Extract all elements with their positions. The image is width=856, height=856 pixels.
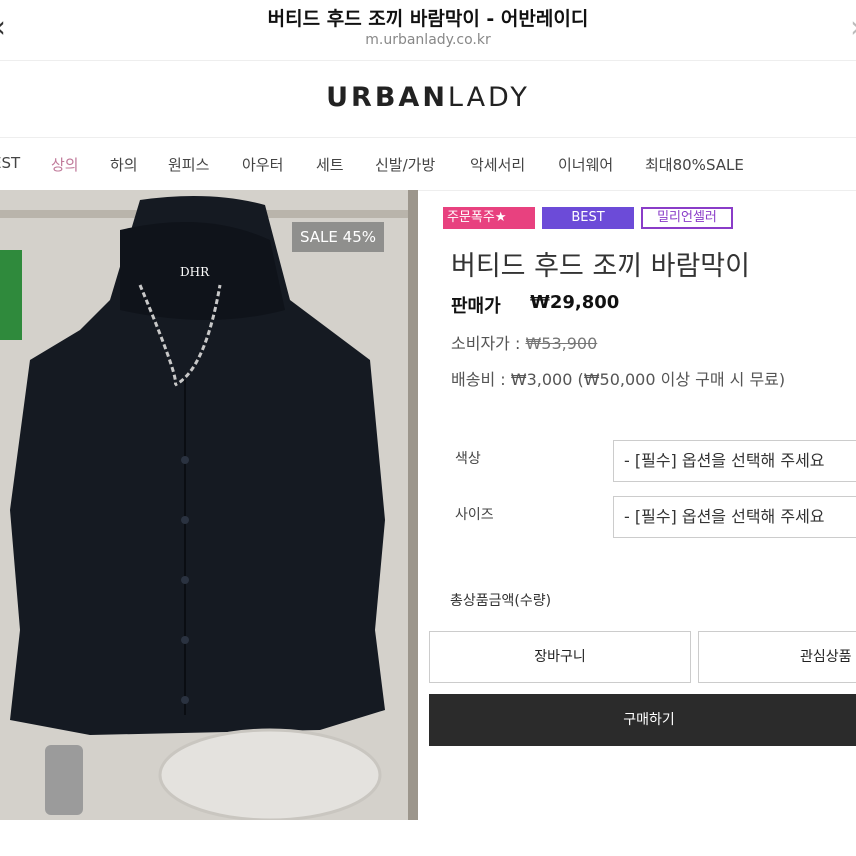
shipping-label: 배송비 — [451, 370, 496, 389]
size-select[interactable]: - [필수] 옵션을 선택해 주세요 — [613, 496, 856, 538]
page-title: 버티드 후드 조끼 바람막이 - 어반레이디 — [267, 8, 589, 30]
wishlist-button[interactable]: 관심상품 — [698, 631, 856, 683]
price-value: ₩29,800 — [530, 292, 620, 313]
nav-item-outer[interactable]: 아우터 — [242, 154, 283, 175]
color-select[interactable]: - [필수] 옵션을 선택해 주세요 — [613, 440, 856, 482]
badge-million-seller: 밀리언셀러 — [641, 207, 733, 229]
badge-best: BEST — [542, 207, 634, 229]
shipping-row: 배송비 : ₩3,000 (₩50,000 이상 구매 시 무료) — [451, 366, 785, 390]
shipping-value: ₩3,000 (₩50,000 이상 구매 시 무료) — [510, 370, 786, 389]
nav-item-bottoms[interactable]: 하의 — [110, 154, 138, 175]
browser-bar: ‹ 버티드 후드 조끼 바람막이 - 어반레이디 m.urbanlady.co.… — [0, 0, 856, 61]
consumer-price-value: ₩53,900 — [525, 334, 598, 353]
total-amount-label: 총상품금액(수량) — [450, 593, 552, 609]
chevron-right-icon[interactable]: › — [850, 10, 856, 45]
nav-item-best[interactable]: EST — [0, 154, 20, 172]
cart-button[interactable]: 장바구니 — [429, 631, 691, 683]
nav-item-innerwear[interactable]: 이너웨어 — [558, 154, 613, 175]
category-nav: EST 상의 하의 원피스 아우터 세트 신발/가방 악세서리 이너웨어 최대8… — [0, 137, 856, 191]
consumer-price-label: 소비자가 — [451, 334, 510, 353]
colon-sep: : — [500, 370, 511, 389]
consumer-price-row: 소비자가 : ₩53,900 — [451, 330, 597, 354]
colon-sep: : — [514, 334, 526, 353]
logo-lady: LADY — [447, 82, 530, 113]
buy-button[interactable]: 구매하기 — [429, 694, 856, 746]
nav-item-sets[interactable]: 세트 — [316, 154, 344, 175]
product-name: 버티드 후드 조끼 바람막이 — [451, 251, 750, 282]
logo-urban: URBAN — [326, 82, 448, 113]
nav-item-dresses[interactable]: 원피스 — [168, 154, 209, 175]
color-option-label: 색상 — [455, 451, 481, 467]
badge-hot-order: 주문폭주★ — [443, 207, 535, 229]
url-text[interactable]: m.urbanlady.co.kr — [0, 32, 856, 48]
site-logo[interactable]: URBANLADY — [0, 82, 856, 113]
nav-item-shoes-bags[interactable]: 신발/가방 — [375, 154, 435, 175]
product-image[interactable]: DHR — [0, 190, 418, 820]
nav-item-accessories[interactable]: 악세서리 — [470, 154, 525, 175]
size-option-label: 사이즈 — [455, 507, 494, 523]
price-label: 판매가 — [451, 296, 501, 317]
nav-item-sale[interactable]: 최대80%SALE — [645, 154, 744, 175]
nav-item-tops[interactable]: 상의 — [51, 154, 79, 175]
logo-on-garment: DHR — [180, 265, 210, 279]
vest-photo-illustration: DHR — [0, 190, 418, 820]
sale-badge: SALE 45% — [292, 222, 384, 252]
